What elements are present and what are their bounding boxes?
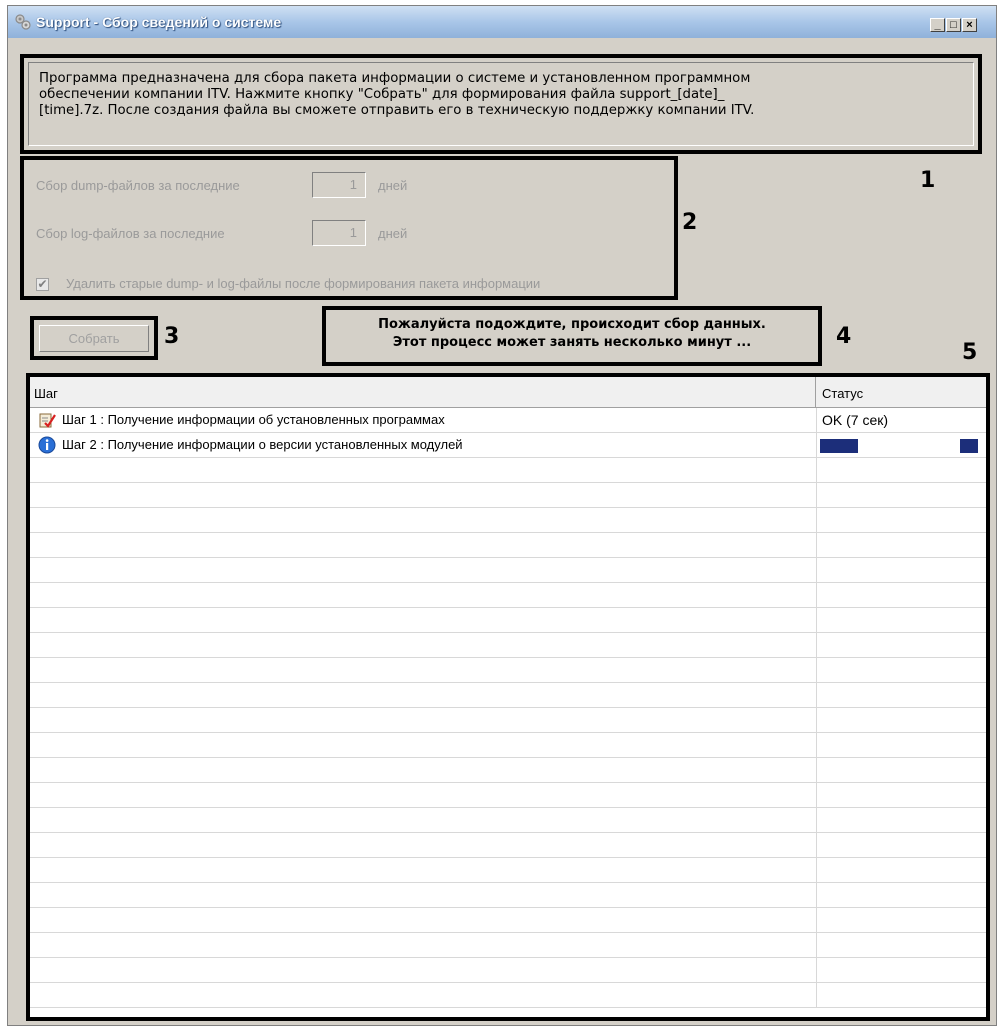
column-divider [816,608,817,633]
column-divider [816,708,817,733]
log-days-input[interactable]: 1 [312,220,366,246]
empty-row [30,483,986,508]
callout-5: 5 [962,340,978,365]
column-divider [816,533,817,558]
collect-button[interactable]: Собрать [39,325,149,352]
empty-row [30,858,986,883]
title-bar[interactable]: Support - Сбор сведений о системе _ □ × [8,6,996,38]
empty-row [30,533,986,558]
step-progress-bar [820,439,980,453]
list-rows: Шаг 1 : Получение информации об установл… [30,408,986,1008]
empty-row [30,783,986,808]
step-label: Шаг 2 : Получение информации о версии ус… [62,437,463,452]
empty-row [30,608,986,633]
log-days-label: Сбор log-файлов за последние [36,226,225,241]
column-divider [816,458,817,483]
list-header: Шаг Статус [30,377,986,408]
column-divider [816,933,817,958]
empty-row [30,733,986,758]
empty-row [30,933,986,958]
column-divider [816,858,817,883]
maximize-button[interactable]: □ [946,18,961,32]
settings-panel: Сбор dump-файлов за последние 1 дней Сбо… [20,156,678,300]
empty-row [30,583,986,608]
column-divider [816,558,817,583]
empty-row [30,458,986,483]
empty-row [30,958,986,983]
info-panel: Программа предназначена для сбора пакета… [20,54,982,154]
column-divider [816,883,817,908]
window-title: Support - Сбор сведений о системе [36,14,282,30]
empty-row [30,983,986,1008]
column-divider [816,908,817,933]
info-text: Программа предназначена для сбора пакета… [39,71,755,118]
column-divider [816,733,817,758]
column-divider [816,683,817,708]
column-divider [816,658,817,683]
minimize-button[interactable]: _ [930,18,945,32]
dump-days-label: Сбор dump-файлов за последние [36,178,240,193]
column-divider [816,433,817,458]
close-button[interactable]: × [962,18,977,32]
dump-days-unit: дней [378,178,408,193]
steps-list[interactable]: Шаг Статус Шаг 1 : Получение информации … [26,373,990,1021]
status-line-2: Этот процесс может занять несколько мину… [392,335,752,350]
step-status: OK (7 сек) [822,412,889,428]
table-row[interactable]: Шаг 2 : Получение информации о версии ус… [30,433,986,458]
column-divider [816,983,817,1008]
callout-1: 1 [920,168,936,193]
column-header-step[interactable]: Шаг [30,377,816,407]
empty-row [30,833,986,858]
column-divider [816,633,817,658]
info-icon [38,436,56,454]
column-divider [816,408,817,433]
empty-row [30,908,986,933]
empty-row [30,558,986,583]
column-divider [816,833,817,858]
delete-old-checkbox[interactable]: ✔ [36,278,49,291]
progress-segment [820,439,858,453]
column-divider [816,508,817,533]
empty-row [30,508,986,533]
empty-row [30,708,986,733]
empty-row [30,633,986,658]
callout-2: 2 [682,210,698,235]
empty-row [30,683,986,708]
log-days-unit: дней [378,226,408,241]
column-divider [816,758,817,783]
info-frame: Программа предназначена для сбора пакета… [28,62,974,146]
dump-days-input[interactable]: 1 [312,172,366,198]
empty-row [30,758,986,783]
table-row[interactable]: Шаг 1 : Получение информации об установл… [30,408,986,433]
status-message-panel: Пожалуйста подождите, происходит сбор да… [322,306,822,366]
delete-old-label: Удалить старые dump- и log-файлы после ф… [66,276,541,291]
collect-button-frame: Собрать [30,316,158,360]
checklist-icon [38,411,56,429]
column-header-status[interactable]: Статус [816,377,976,407]
column-divider [816,958,817,983]
empty-row [30,883,986,908]
callout-3: 3 [164,324,180,349]
column-divider [816,808,817,833]
status-line-1: Пожалуйста подождите, происходит сбор да… [378,317,766,332]
empty-row [30,808,986,833]
callout-4: 4 [836,324,852,349]
progress-segment [960,439,978,453]
column-divider [816,483,817,508]
gears-icon [14,13,32,31]
step-label: Шаг 1 : Получение информации об установл… [62,412,445,427]
column-divider [816,783,817,808]
empty-row [30,658,986,683]
column-divider [816,583,817,608]
